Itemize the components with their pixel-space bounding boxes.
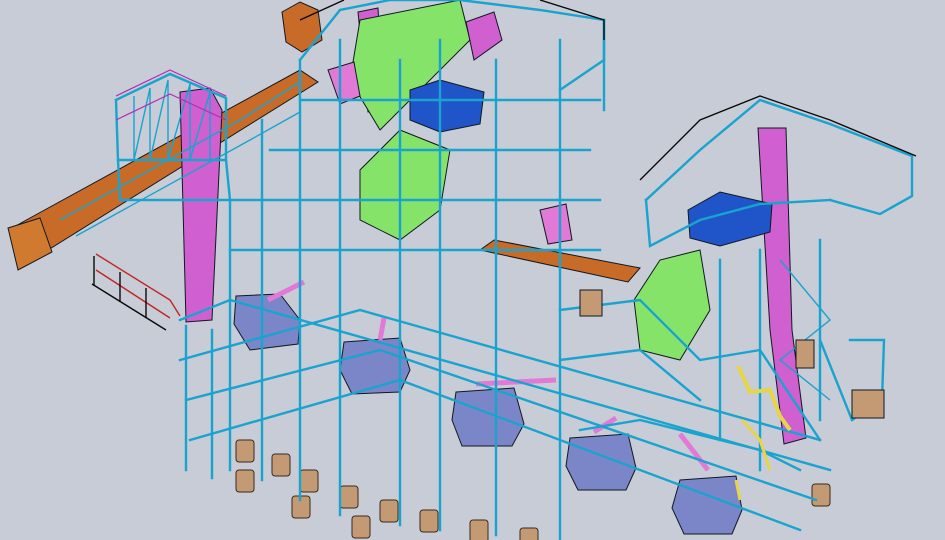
electrical-box — [851, 389, 885, 419]
feed-chute — [266, 279, 306, 303]
storage-bin — [469, 519, 489, 540]
electrical-box — [579, 289, 603, 317]
storage-bin — [299, 469, 319, 493]
plant-3d-model[interactable] — [0, 0, 945, 540]
storage-bin — [235, 469, 255, 493]
storage-bin — [379, 499, 399, 523]
storage-bin — [271, 453, 291, 477]
chute-mid-left — [539, 203, 573, 245]
handrail — [95, 253, 181, 317]
feed-chute — [377, 317, 387, 341]
crusher-unit — [565, 433, 637, 491]
storage-bin — [519, 527, 539, 540]
handrail — [539, 0, 605, 40]
frame-member — [818, 338, 854, 422]
screen-main-left — [359, 129, 451, 241]
elevator-head-pulley — [465, 11, 503, 61]
top-conveyor-drive — [281, 1, 323, 53]
cad-viewport[interactable] — [0, 0, 945, 540]
feed-chute — [678, 432, 710, 472]
storage-bin — [235, 439, 255, 463]
equipment-group — [327, 0, 773, 361]
storage-bin-group — [235, 439, 831, 540]
access-walkway — [740, 418, 772, 471]
drive-housing-left — [409, 79, 485, 133]
storage-bin — [339, 485, 359, 509]
storage-bin — [419, 509, 439, 533]
chute-top — [327, 61, 361, 105]
bucket-elevator-right — [757, 127, 807, 445]
electrical-box — [795, 339, 815, 369]
storage-bin — [811, 483, 831, 507]
storage-bin — [351, 515, 371, 539]
